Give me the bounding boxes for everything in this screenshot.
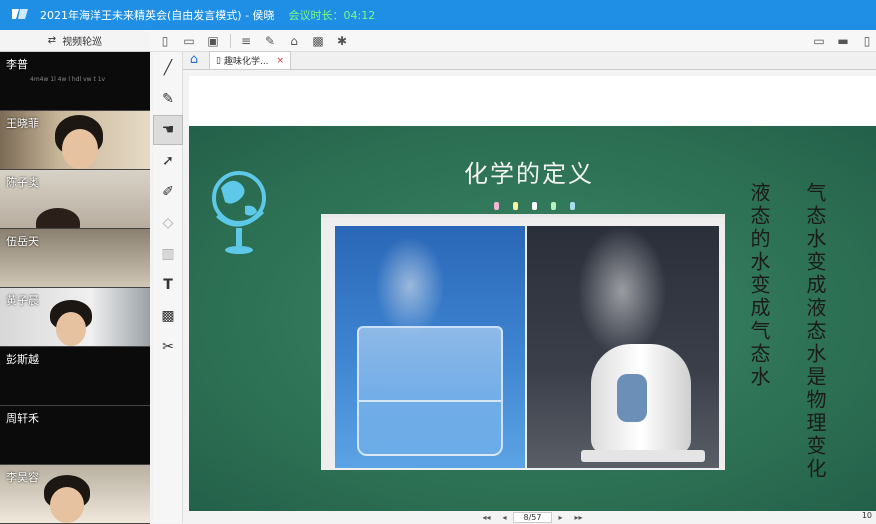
globe-icon [212, 171, 266, 254]
zoom-level[interactable]: 10 [862, 511, 872, 520]
video-tile[interactable]: 伍岳天 [0, 229, 150, 288]
image-icon[interactable]: ▩ [309, 33, 327, 49]
dot [494, 202, 499, 210]
scissors-icon[interactable]: ✂ [153, 332, 183, 362]
drawing-tools: ╱ ✎ ☚ ➚ ✐ ◇ ▥ T ▩ ✂ [153, 52, 183, 523]
water-glass-photo [335, 226, 525, 468]
glass [357, 326, 503, 456]
swap-icon: ⇄ [47, 35, 57, 46]
new-page-icon[interactable]: ▯ [156, 33, 174, 49]
tab-document[interactable]: ▯ 趣味化学... × [209, 51, 292, 69]
trash-icon[interactable]: ▥ [153, 239, 183, 269]
save-icon[interactable]: ▣ [204, 33, 222, 49]
video-tile[interactable]: 李昊容 [0, 465, 150, 524]
slide-title: 化学的定义 [464, 160, 594, 188]
stamp-icon[interactable]: ⌂ [285, 33, 303, 49]
top-toolbar: ▯ ▭ ▣ ≡ ✎ ⌂ ▩ ✱ ▭ ▬ ▯ [150, 30, 876, 52]
dot [532, 202, 537, 210]
vapor [375, 236, 445, 336]
participant-video-face [50, 487, 84, 523]
participant-video-figure [36, 208, 80, 228]
video-tile[interactable]: 周轩禾 [0, 406, 150, 465]
participant-name: 彭斯越 [6, 353, 39, 366]
tab-bar: ⌂ ▯ 趣味化学... × [183, 51, 876, 70]
edit-icon[interactable]: ✎ [261, 33, 279, 49]
video-tile[interactable]: 李普 4m4w 1l 4w l hdl vw t 1v [0, 52, 150, 111]
hand-icon[interactable]: ☚ [153, 115, 183, 145]
pen-icon[interactable]: ✎ [153, 84, 183, 114]
participant-name: 陈子奥 [6, 176, 39, 189]
prev-page-icon[interactable]: ◂ [503, 513, 507, 522]
participant-video-face [62, 129, 98, 169]
toolbar-right-group: ▭ ▬ ▯ [804, 33, 876, 49]
screen-record-icon[interactable]: ▭ [810, 33, 828, 49]
marker-icon[interactable]: ✐ [153, 177, 183, 207]
slide-photo [321, 214, 725, 470]
steam [577, 226, 667, 356]
close-icon[interactable]: × [277, 56, 285, 66]
participant-name: 李昊容 [6, 471, 39, 484]
dot [513, 202, 518, 210]
app-logo-icon [10, 6, 32, 24]
title-bar: 2021年海洋王未来精英会(自由发言模式) - 侯晓 会议时长：04:12 [0, 0, 876, 30]
video-tile[interactable]: 彭斯越 [0, 347, 150, 406]
toolbar-divider [230, 33, 231, 48]
meeting-timer: 会议时长：04:12 [288, 9, 376, 22]
gear-icon[interactable]: ✱ [333, 33, 351, 49]
participant-video-face [56, 312, 86, 346]
home-icon[interactable]: ⌂ [183, 51, 205, 69]
video-panel: ⇄ 视频轮巡 李普 4m4w 1l 4w l hdl vw t 1v 王晓菲 陈… [0, 30, 150, 524]
video-tile[interactable]: 黄子晨 [0, 288, 150, 347]
participant-name: 周轩禾 [6, 412, 39, 425]
last-page-icon[interactable]: ▸▸ [575, 513, 583, 522]
kettle-base [581, 450, 705, 462]
text-tool-icon[interactable]: T [153, 270, 183, 300]
pointer-icon[interactable]: ➚ [153, 146, 183, 176]
decorative-dots [494, 202, 589, 210]
participant-name: 黄子晨 [6, 294, 39, 307]
participant-name: 伍岳天 [6, 235, 39, 248]
slide-text-right: 气态水变成液态水是物理变化 [803, 182, 827, 481]
document-icon: ▯ [216, 55, 221, 66]
tab-label: 趣味化学... [223, 57, 269, 67]
presentation-slide: 化学的定义 气态水变成液态水是物理变化 液态的水变成气态水 [189, 126, 876, 511]
brush-icon[interactable]: ╱ [153, 53, 183, 83]
video-rotation-toggle[interactable]: ⇄ 视频轮巡 [0, 30, 150, 52]
first-page-icon[interactable]: ◂◂ [482, 513, 490, 522]
next-page-icon[interactable]: ▸ [558, 513, 562, 522]
video-tile[interactable]: 王晓菲 [0, 111, 150, 170]
page-navigation: ◂◂ ◂ 8/57 ▸ ▸▸ 10 [189, 511, 876, 523]
participant-subtext: 4m4w 1l 4w l hdl vw t 1v [30, 76, 106, 83]
more-icon[interactable]: ▯ [858, 33, 876, 49]
slide-text-left: 液态的水变成气态水 [747, 182, 771, 389]
participant-name: 李普 [6, 58, 28, 71]
dot [551, 202, 556, 210]
page-indicator[interactable]: 8/57 [512, 511, 553, 523]
video-tile[interactable]: 陈子奥 [0, 170, 150, 229]
insert-image-icon[interactable]: ▩ [153, 301, 183, 331]
menu-icon[interactable]: ≡ [237, 33, 255, 49]
video-rotation-label: 视频轮巡 [62, 37, 103, 48]
kettle [591, 344, 691, 454]
dot [570, 202, 575, 210]
window-icon[interactable]: ▬ [834, 33, 852, 49]
open-folder-icon[interactable]: ▭ [180, 33, 198, 49]
participant-name: 王晓菲 [6, 117, 39, 130]
kettle-photo [527, 226, 719, 468]
window-title: 2021年海洋王未来精英会(自由发言模式) - 侯晓 [40, 9, 275, 22]
eraser-icon[interactable]: ◇ [153, 208, 183, 238]
